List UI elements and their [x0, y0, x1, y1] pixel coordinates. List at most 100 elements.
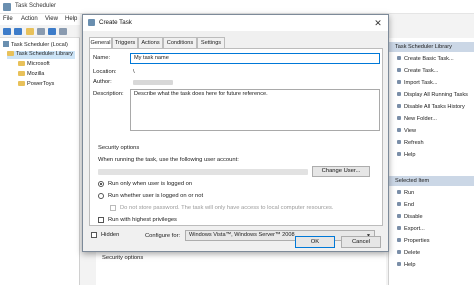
radio-run-logged-on-label: Run only when user is logged on — [108, 181, 193, 187]
actions-pane: Task Scheduler Library Create Basic Task… — [388, 38, 474, 285]
end-icon — [397, 202, 401, 206]
import-icon — [397, 80, 401, 84]
configure-for-label: Configure for: — [145, 233, 181, 239]
no-store-password-label: Do not store password. The task will onl… — [120, 205, 334, 211]
run-icon — [397, 190, 401, 194]
tree-root[interactable]: Task Scheduler (Local) — [3, 41, 68, 49]
action-library-item-4[interactable]: Disable All Tasks History — [389, 102, 474, 112]
action-selected-item-3[interactable]: Export... — [389, 224, 474, 234]
menu-view[interactable]: View — [45, 16, 58, 22]
action-selected-item-label: Properties — [404, 238, 430, 244]
back-icon[interactable] — [3, 28, 11, 35]
tab-actions[interactable]: Actions — [138, 37, 163, 48]
action-library-item-3[interactable]: Display All Running Tasks — [389, 90, 474, 100]
folder-icon — [7, 51, 14, 56]
action-library-item-label: Refresh — [404, 140, 424, 146]
change-user-button[interactable]: Change User... — [312, 166, 370, 177]
cancel-button[interactable]: Cancel — [341, 236, 381, 248]
tree-folder-mozilla[interactable]: Mozilla — [18, 71, 44, 79]
tab-conditions[interactable]: Conditions — [163, 37, 197, 48]
general-tab-panel: Name: My task name Location: \ Author: D… — [89, 48, 383, 226]
action-selected-item-2[interactable]: Disable — [389, 212, 474, 222]
radio-run-logged-on[interactable] — [98, 181, 104, 187]
help-icon[interactable] — [48, 28, 56, 35]
action-library-item-5[interactable]: New Folder... — [389, 114, 474, 124]
tree-library[interactable]: Task Scheduler Library — [7, 51, 75, 59]
author-value — [133, 80, 173, 85]
action-library-item-2[interactable]: Import Task... — [389, 78, 474, 88]
actions-header-library[interactable]: Task Scheduler Library — [389, 42, 474, 52]
description-field[interactable]: Describe what the task does here for fut… — [130, 89, 380, 131]
action-selected-item-label: Run — [404, 190, 415, 196]
close-icon[interactable]: ✕ — [372, 17, 384, 29]
description-label: Description: — [93, 91, 124, 97]
action-selected-item-0[interactable]: Run — [389, 188, 474, 198]
action-library-item-0[interactable]: Create Basic Task... — [389, 54, 474, 64]
folder-icon — [18, 81, 25, 86]
action-library-item-6[interactable]: View — [389, 126, 474, 136]
tab-triggers[interactable]: Triggers — [112, 37, 138, 48]
properties-icon — [397, 238, 401, 242]
navigation-tree: Task Scheduler (Local) Task Scheduler Li… — [0, 38, 80, 285]
action-library-item-8[interactable]: Help — [389, 150, 474, 160]
run-as-prompt: When running the task, use the following… — [98, 157, 239, 163]
toolbar — [0, 25, 80, 38]
menu-help[interactable]: Help — [65, 16, 77, 22]
action-selected-item-6[interactable]: Help — [389, 260, 474, 270]
task-details-panel: Security options — [96, 250, 386, 285]
action-selected-item-5[interactable]: Delete — [389, 248, 474, 258]
task-scheduler-icon — [3, 3, 11, 11]
actions-header-selected[interactable]: Selected Item — [389, 176, 474, 186]
action-library-item-label: Create Basic Task... — [404, 56, 454, 62]
action-library-item-label: Create Task... — [404, 68, 439, 74]
folder-icon — [18, 61, 25, 66]
highest-privileges-label: Run with highest privileges — [108, 217, 177, 223]
radio-run-whether[interactable] — [98, 193, 104, 199]
task-scheduler-icon — [3, 41, 9, 47]
action-library-item-label: Display All Running Tasks — [404, 92, 468, 98]
tree-folder-microsoft[interactable]: Microsoft — [18, 61, 50, 69]
action-selected-item-4[interactable]: Properties — [389, 236, 474, 246]
checkbox-highest-privileges[interactable] — [98, 217, 104, 223]
action-library-item-7[interactable]: Refresh — [389, 138, 474, 148]
user-account-field — [98, 169, 308, 175]
task-icon — [397, 68, 401, 72]
ok-button[interactable]: OK — [295, 236, 335, 248]
dialog-title-bar: Create Task ✕ — [83, 15, 388, 31]
task-icon — [88, 19, 95, 26]
show-hide-pane-icon[interactable] — [59, 28, 67, 35]
folder-icon[interactable] — [26, 28, 34, 35]
action-selected-item-label: Export... — [404, 226, 425, 232]
history-icon — [397, 104, 401, 108]
menu-action[interactable]: Action — [21, 16, 38, 22]
name-label: Name: — [93, 55, 111, 61]
radio-run-whether-label: Run whether user is logged on or not — [108, 193, 204, 199]
forward-icon[interactable] — [14, 28, 22, 35]
checkbox-hidden[interactable] — [91, 232, 97, 238]
action-selected-item-label: End — [404, 202, 414, 208]
folder-icon — [397, 116, 401, 120]
export-icon — [397, 226, 401, 230]
location-value: \ — [133, 69, 135, 75]
disable-icon — [397, 214, 401, 218]
action-library-item-label: New Folder... — [404, 116, 437, 122]
tab-settings[interactable]: Settings — [197, 37, 225, 48]
properties-icon[interactable] — [37, 28, 45, 35]
refresh-icon — [397, 140, 401, 144]
action-library-item-1[interactable]: Create Task... — [389, 66, 474, 76]
menu-file[interactable]: File — [3, 16, 13, 22]
action-selected-item-label: Delete — [404, 250, 421, 256]
help-icon — [397, 152, 401, 156]
dialog-title: Create Task — [99, 19, 132, 26]
name-field[interactable]: My task name — [130, 53, 380, 64]
action-selected-item-label: Help — [404, 262, 416, 268]
security-options-header: Security options — [98, 145, 140, 151]
action-library-item-label: Import Task... — [404, 80, 438, 86]
checkbox-no-store-password[interactable] — [110, 205, 116, 211]
tree-folder-powertoys[interactable]: PowerToys — [18, 81, 54, 89]
action-selected-item-1[interactable]: End — [389, 200, 474, 210]
action-library-item-label: View — [404, 128, 417, 134]
wand-icon — [397, 56, 401, 60]
delete-icon — [397, 250, 401, 254]
action-selected-item-label: Disable — [404, 214, 423, 220]
